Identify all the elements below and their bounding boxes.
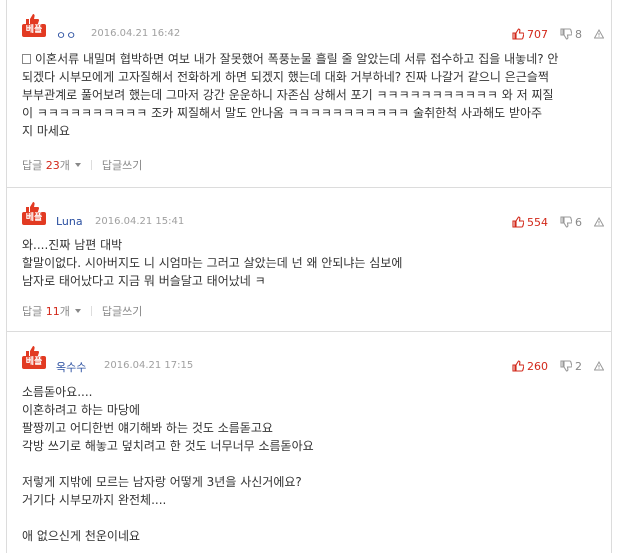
best-badge: 베플 (22, 14, 46, 38)
vote-group: 707 8 (500, 27, 604, 41)
reply-actions: 답글 11개 답글쓰기 (22, 303, 142, 319)
reply-toggle[interactable]: 답글 11개 (22, 303, 70, 319)
best-comment-3: 베플 옥수수 2016.04.21 17:15 260 2 소름돋아요.... … (6, 332, 612, 553)
comment-date: 2016.04.21 15:41 (95, 216, 185, 227)
thumbs-up-icon (512, 216, 524, 228)
reply-count: 11 (45, 305, 60, 318)
downvote-button[interactable]: 8 (560, 28, 582, 41)
thumbs-down-icon (560, 216, 572, 228)
best-badge: 베플 (22, 202, 46, 226)
comment-body: 와....진짜 남편 대박 할말이없다. 시아버지도 니 시엄마는 그러고 살았… (22, 238, 403, 288)
vote-group: 554 6 (500, 215, 604, 229)
upvote-count: 260 (527, 359, 548, 373)
comment-body: 소름돋아요.... 이혼하려고 하는 마당에 팔짱끼고 어디한번 얘기해봐 하는… (22, 385, 314, 543)
report-icon[interactable] (594, 361, 604, 371)
downvote-button[interactable]: 6 (560, 216, 582, 229)
chevron-down-icon[interactable] (74, 163, 81, 167)
comment-author[interactable]: ㅇㅇ (56, 27, 76, 43)
best-badge-label: 베플 (22, 212, 46, 225)
report-icon[interactable] (594, 217, 604, 227)
thumbs-down-icon (560, 28, 572, 40)
thumbs-up-icon (512, 360, 524, 372)
reply-actions: 답글 23개 답글쓰기 (22, 157, 142, 173)
upvote-count: 554 (527, 215, 548, 229)
upvote-count: 707 (527, 27, 548, 41)
best-badge-label: 베플 (22, 24, 46, 37)
comment-date: 2016.04.21 16:42 (91, 28, 181, 39)
write-reply-link[interactable]: 답글쓰기 (102, 157, 142, 173)
thumbs-up-icon (512, 28, 524, 40)
reply-toggle[interactable]: 답글 23개 (22, 157, 70, 173)
best-badge: 베플 (22, 346, 46, 370)
divider (90, 160, 92, 170)
report-icon[interactable] (594, 29, 604, 39)
best-badge-label: 베플 (22, 356, 46, 369)
comment-author[interactable]: Luna (56, 215, 83, 228)
upvote-button[interactable]: 260 (512, 360, 548, 373)
chevron-down-icon[interactable] (74, 309, 81, 313)
upvote-button[interactable]: 707 (512, 28, 548, 41)
downvote-button[interactable]: 2 (560, 360, 582, 373)
vote-group: 260 2 (500, 359, 604, 373)
downvote-count: 2 (575, 359, 582, 373)
upvote-button[interactable]: 554 (512, 216, 548, 229)
best-comment-1: 베플 ㅇㅇ 2016.04.21 16:42 707 8 이혼서류 내밀며 협박… (6, 0, 612, 188)
best-comment-2: 베플 Luna 2016.04.21 15:41 554 6 와....진짜 남… (6, 188, 612, 332)
downvote-count: 8 (575, 27, 582, 41)
document-icon (22, 54, 31, 64)
divider (90, 306, 92, 316)
comment-date: 2016.04.21 17:15 (104, 360, 194, 371)
reply-count: 23 (45, 159, 60, 172)
comment-author[interactable]: 옥수수 (56, 359, 86, 375)
downvote-count: 6 (575, 215, 582, 229)
write-reply-link[interactable]: 답글쓰기 (102, 303, 142, 319)
thumbs-down-icon (560, 360, 572, 372)
comment-body: 이혼서류 내밀며 협박하면 여보 내가 잘못했어 폭풍눈물 흘릴 줄 알았는데 … (22, 52, 559, 138)
